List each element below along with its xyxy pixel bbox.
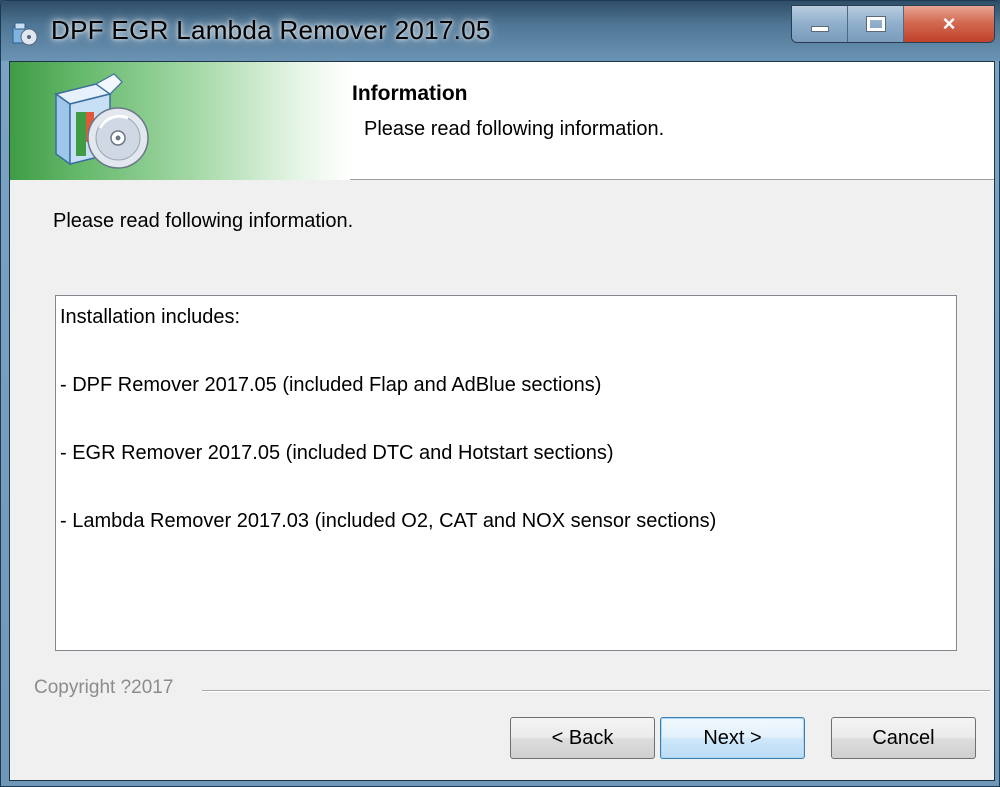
info-line-dpf: - DPF Remover 2017.05 (included Flap and…: [60, 374, 602, 396]
info-line-lambda: - Lambda Remover 2017.03 (included O2, C…: [60, 510, 717, 532]
wizard-client-area: Information Please read following inform…: [9, 61, 995, 781]
footer-divider: [202, 690, 990, 692]
intro-text: Please read following information.: [53, 210, 354, 232]
wizard-header: Information Please read following inform…: [10, 62, 994, 180]
info-line-heading: Installation includes:: [60, 306, 241, 328]
information-textbox[interactable]: Installation includes: - DPF Remover 201…: [55, 295, 957, 651]
cancel-button[interactable]: Cancel: [831, 717, 976, 759]
minimize-button[interactable]: [792, 6, 848, 42]
installer-app-icon: [12, 22, 38, 46]
header-title: Information: [352, 82, 468, 105]
software-box-cd-icon: [54, 73, 149, 169]
caption-buttons: ×: [791, 5, 995, 43]
back-button[interactable]: < Back: [510, 717, 655, 759]
title-bar[interactable]: DPF EGR Lambda Remover 2017.05 ×: [1, 1, 1000, 61]
minimize-icon: [810, 26, 829, 32]
maximize-button[interactable]: [848, 6, 904, 42]
footer-row: Copyright ?2017: [34, 677, 990, 701]
maximize-icon: [865, 16, 886, 32]
close-button[interactable]: ×: [904, 6, 994, 42]
copyright-text: Copyright ?2017: [34, 677, 186, 699]
window-title: DPF EGR Lambda Remover 2017.05: [51, 15, 491, 45]
header-banner: [10, 62, 350, 180]
installer-window: DPF EGR Lambda Remover 2017.05 × Informa…: [0, 0, 1000, 787]
info-line-egr: - EGR Remover 2017.05 (included DTC and …: [60, 442, 614, 464]
next-button[interactable]: Next >: [660, 717, 805, 759]
header-subtitle: Please read following information.: [364, 118, 665, 140]
close-icon: ×: [942, 11, 956, 36]
